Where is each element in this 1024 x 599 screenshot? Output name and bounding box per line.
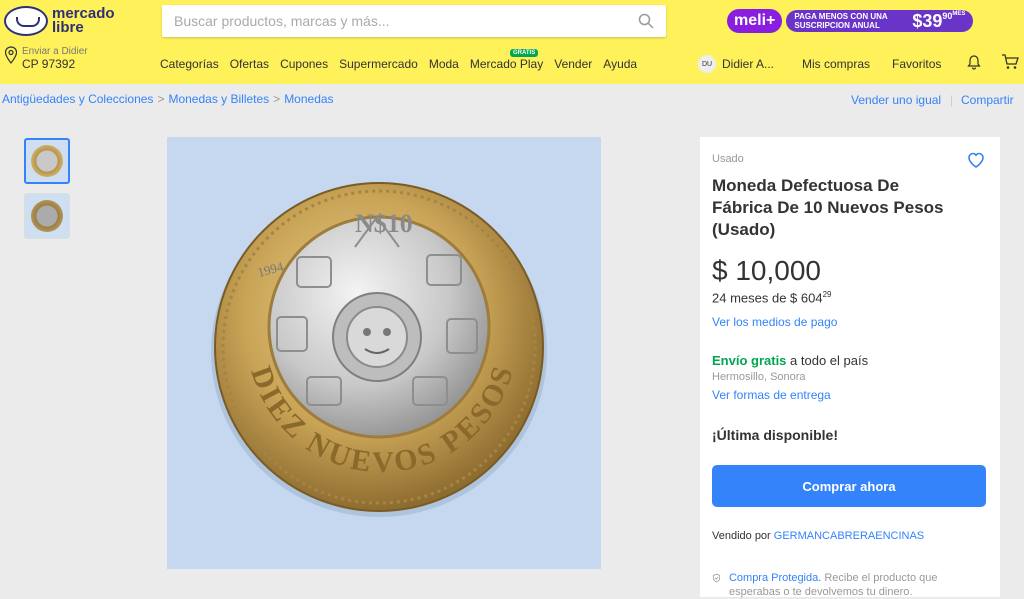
seller-info: Vendido por GERMANCABRERAENCINAS [712,530,925,542]
heart-icon[interactable] [966,151,986,169]
condition-label: Usado [712,153,744,165]
location-pin-icon [4,46,18,64]
thumbnail-2[interactable] [24,193,70,239]
breadcrumb-item[interactable]: Antigüedades y Colecciones [2,92,153,106]
header: mercado libre meli+ PAGA MENOS CON UNA S… [0,0,1024,84]
protected-purchase: Compra Protegida. Recibe el producto que… [712,571,982,599]
breadcrumb-item[interactable]: Monedas y Billetes [168,92,269,106]
breadcrumb-separator: > [273,92,281,106]
seller-location: Hermosillo, Sonora [712,371,806,383]
payment-methods-link[interactable]: Ver los medios de pago [712,315,837,329]
nav-mercado-play[interactable]: Mercado Play [470,57,543,71]
cart-icon[interactable] [1001,54,1019,70]
breadcrumb-separator: > [157,92,165,106]
gratis-badge: GRATIS [510,49,539,57]
coin-thumbnail [31,200,63,232]
favorites-link[interactable]: Favoritos [892,57,941,71]
meli-plus-badge: meli+ [727,9,783,33]
coin-thumbnail [31,145,63,177]
user-menu[interactable]: DU Didier A... [698,55,774,73]
nav-supermercado[interactable]: Supermercado [339,57,418,71]
main-nav: Categorías Ofertas Cupones Supermercado … [160,57,637,71]
promo-price: $3990MES [912,10,966,31]
handshake-icon [4,6,48,36]
account-nav: Mis compras Favoritos [802,57,941,71]
search-bar [162,5,666,37]
search-input[interactable] [162,5,602,37]
product-panel: Usado Moneda Defectuosa De Fábrica De 10… [700,137,1000,599]
protected-title[interactable]: Compra Protegida. [729,572,821,584]
product-image[interactable]: N$10 1994 DIEZ NUEVOS PESOS [167,137,601,569]
share-link[interactable]: Compartir [961,93,1014,107]
my-purchases-link[interactable]: Mis compras [802,57,870,71]
avatar: DU [698,55,716,73]
shield-icon [712,573,721,583]
seller-link[interactable]: GERMANCABRERAENCINAS [774,530,924,542]
user-name: Didier A... [722,57,775,71]
breadcrumb: Antigüedades y Colecciones > Monedas y B… [2,92,334,106]
meli-plus-promo[interactable]: meli+ PAGA MENOS CON UNA SUSCRIPCION ANU… [727,7,1017,35]
bell-icon[interactable] [966,54,982,70]
delivery-methods-link[interactable]: Ver formas de entrega [712,388,831,402]
sell-same-link[interactable]: Vender uno igual [851,93,941,107]
mercadolibre-logo[interactable]: mercado libre [4,6,115,36]
buy-now-button[interactable]: Comprar ahora [712,465,986,507]
nav-categorias[interactable]: Categorías [160,57,219,71]
crumb-divider: | [950,93,954,107]
shipping-location[interactable]: Enviar a Didier CP 97392 [4,46,88,71]
stock-status: ¡Última disponible! [712,427,838,443]
installments: 24 meses de $ 60429 [712,290,832,306]
search-icon[interactable] [638,13,654,29]
nav-ayuda[interactable]: Ayuda [603,57,637,71]
product-price: $ 10,000 [712,255,821,286]
nav-ofertas[interactable]: Ofertas [230,57,269,71]
breadcrumb-item[interactable]: Monedas [284,92,333,106]
promo-text: PAGA MENOS CON UNA SUSCRIPCION ANUAL [794,12,888,30]
thumbnail-1[interactable] [24,138,70,184]
ship-postcode: CP 97392 [22,57,76,71]
coin-image: N$10 1994 DIEZ NUEVOS PESOS [211,182,547,517]
ship-label: Enviar a Didier [22,46,88,57]
logo-line2: libre [52,19,84,36]
product-title: Moneda Defectuosa De Fábrica De 10 Nuevo… [712,176,944,239]
nav-cupones[interactable]: Cupones [280,57,328,71]
shipping-info: Envío gratis a todo el país [712,353,869,368]
nav-vender[interactable]: Vender [554,57,592,71]
coin-denomination: N$10 [355,209,413,238]
nav-moda[interactable]: Moda [429,57,459,71]
